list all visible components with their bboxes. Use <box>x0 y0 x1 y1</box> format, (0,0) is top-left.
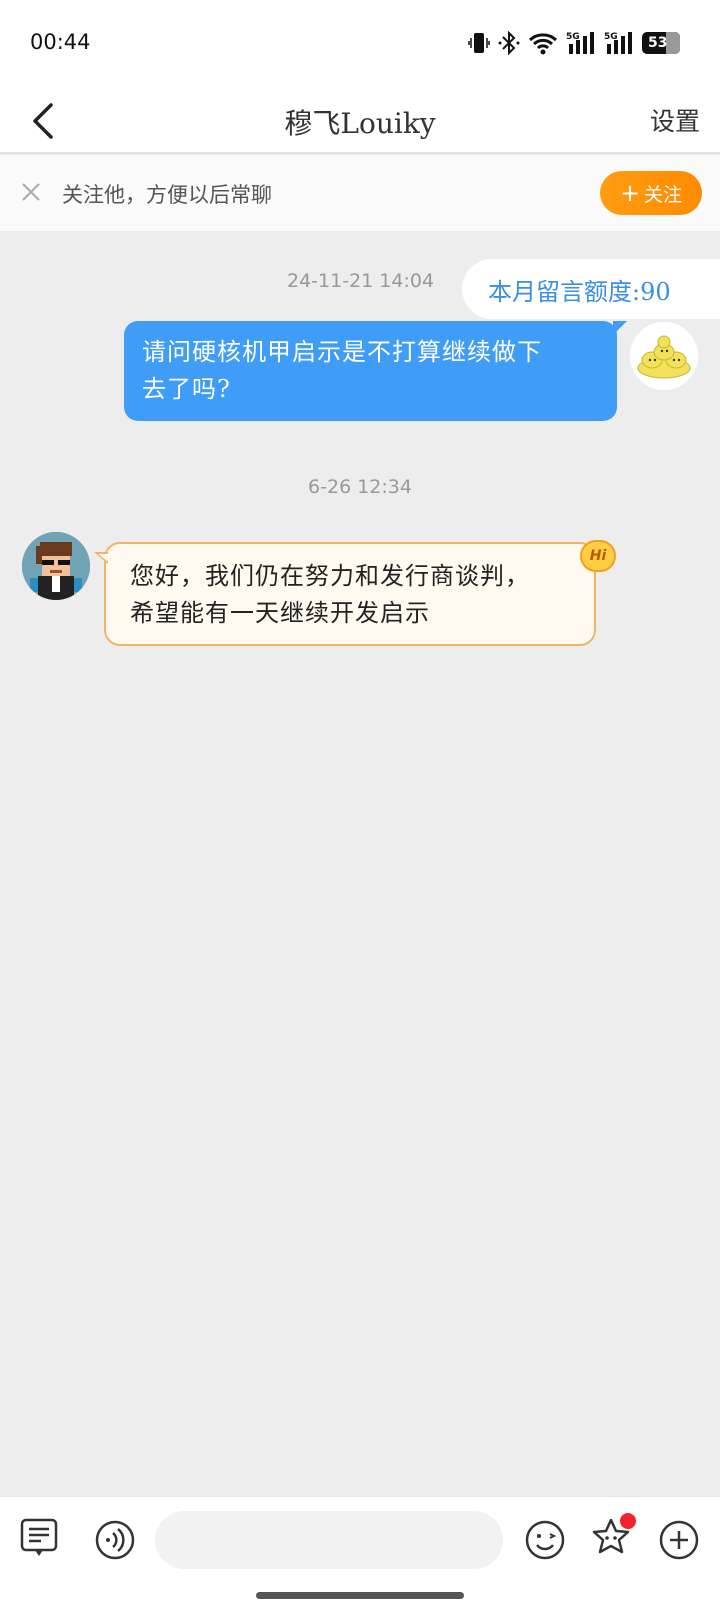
message-input[interactable] <box>155 1511 503 1569</box>
follow-button-label: 关注 <box>644 183 683 206</box>
message-list-button[interactable] <box>16 1515 62 1561</box>
5g-signal-icon: 5G <box>566 32 594 54</box>
5g-signal-icon: 5G <box>604 32 632 54</box>
message-line: 请问硬核机甲启示是不打算继续做下 <box>142 338 542 366</box>
my-avatar[interactable] <box>630 322 698 390</box>
voice-button[interactable] <box>92 1517 138 1563</box>
plus-icon: + <box>619 179 641 207</box>
status-bar: 00:44 5G 5G 53 <box>0 0 720 88</box>
emoji-icon <box>525 1520 565 1560</box>
received-message-bubble[interactable]: 您好，我们仍在努力和发行商谈判， 希望能有一天继续开发启示 <box>94 542 596 646</box>
bluetooth-icon <box>498 30 520 56</box>
message-line: 去了吗? <box>142 375 231 403</box>
vibrate-icon <box>468 33 490 53</box>
plus-circle-icon <box>659 1520 699 1560</box>
follow-prompt-text: 关注他，方便以后常聊 <box>62 183 272 207</box>
voice-icon <box>95 1520 135 1560</box>
avatar-image <box>630 322 698 390</box>
home-indicator[interactable] <box>256 1592 464 1599</box>
follow-banner: 关注他，方便以后常聊 + 关注 <box>0 155 720 231</box>
monthly-quota-badge: 本月留言额度:90 <box>462 259 720 319</box>
status-time: 00:44 <box>30 30 91 54</box>
sent-message-bubble[interactable]: 请问硬核机甲启示是不打算继续做下 去了吗? <box>124 321 627 421</box>
notification-dot <box>620 1513 636 1529</box>
contact-avatar[interactable] <box>22 532 90 600</box>
message-line: 您好，我们仍在努力和发行商谈判， <box>130 562 530 590</box>
nav-bar: 穆飞Louiky 设置 <box>0 88 720 154</box>
avatar-image <box>22 532 90 600</box>
close-banner-button[interactable] <box>16 177 46 207</box>
more-button[interactable] <box>656 1517 702 1563</box>
message-list-icon <box>20 1518 58 1556</box>
battery-icon: 53 <box>642 32 680 54</box>
status-icons: 5G 5G 53 <box>468 26 680 60</box>
battery-level: 53 <box>648 35 668 51</box>
page-title: 穆飞Louiky <box>284 107 436 140</box>
emoji-button[interactable] <box>522 1517 568 1563</box>
close-icon <box>22 183 40 201</box>
settings-button[interactable]: 设置 <box>650 102 700 138</box>
hi-badge: Hi <box>580 540 616 572</box>
wifi-icon <box>528 33 558 55</box>
follow-button[interactable]: + 关注 <box>600 171 702 215</box>
message-timestamp: 6-26 12:34 <box>308 476 412 498</box>
message-line: 希望能有一天继续开发启示 <box>130 599 430 627</box>
